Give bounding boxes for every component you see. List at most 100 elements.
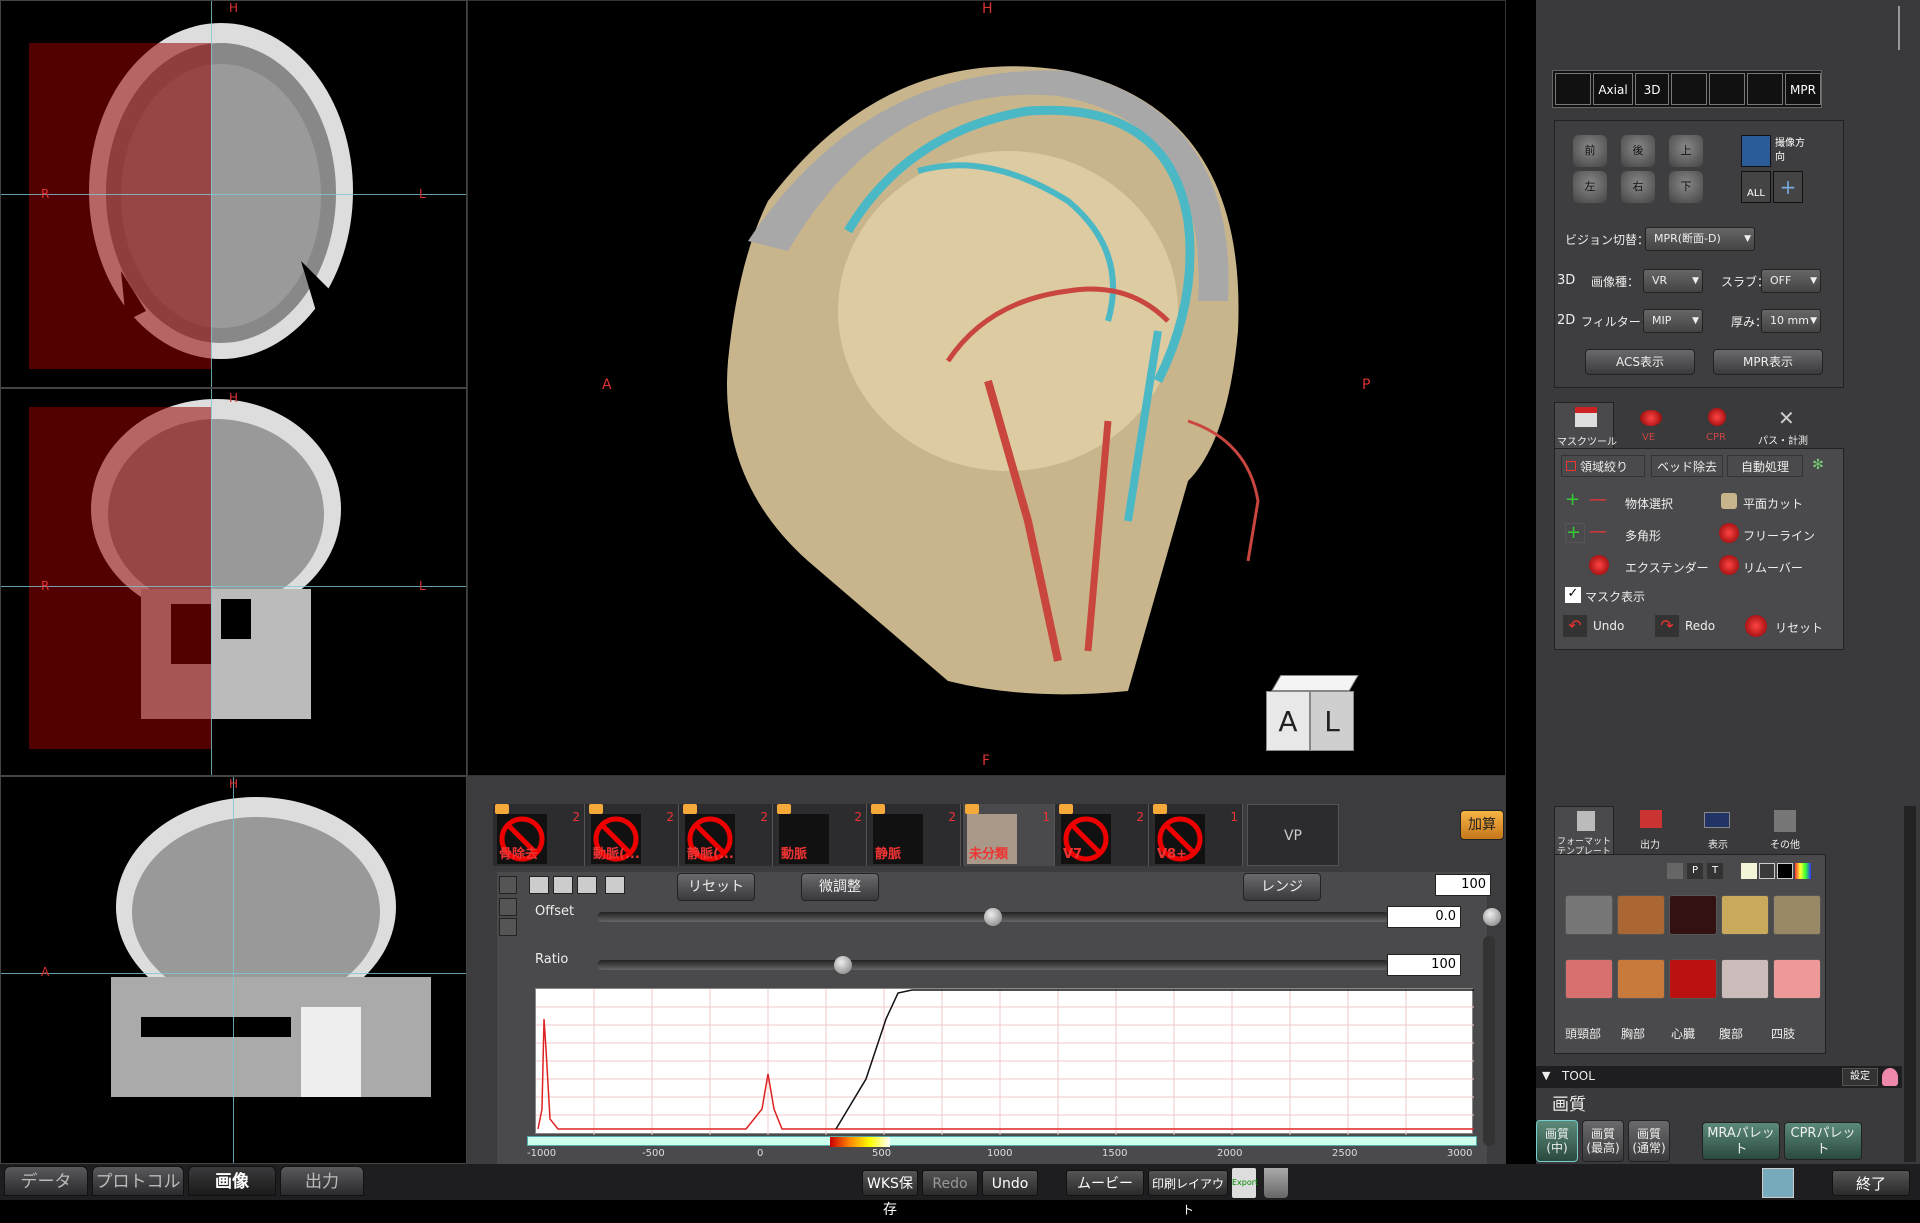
data-tab[interactable]: V7 2 [1057,804,1149,866]
thickness-select[interactable]: 10 mm [1761,309,1821,333]
right-scrollbar[interactable] [1904,806,1916,1162]
slab-select[interactable]: OFF [1761,269,1821,293]
ratio-input[interactable]: 100 [1387,954,1461,976]
t-button[interactable]: T [1707,863,1723,879]
3d-viewport[interactable]: H F A P A L [467,0,1506,776]
quality-mid-button[interactable]: 画質(中) [1536,1120,1578,1162]
redo-button[interactable]: Redo [922,1170,978,1196]
quality-normal-button[interactable]: 画質(通常) [1628,1120,1670,1162]
tool-tab-mask[interactable]: マスクツール [1554,402,1617,448]
settings-button[interactable]: 設定 [1842,1068,1878,1086]
preset-colon[interactable] [1565,959,1613,999]
undo-icon[interactable]: ↶ [1563,615,1587,637]
histogram[interactable] [535,988,1474,1135]
redo-icon[interactable]: ↷ [1655,615,1679,637]
data-tab[interactable]: V8+ 1 [1151,804,1243,866]
freeline-tool[interactable]: フリーライン [1743,527,1815,544]
tool-tab-path[interactable]: ✕ パス・計測 [1754,402,1824,448]
preset-artery[interactable] [1669,959,1717,999]
preset-vessel[interactable] [1669,895,1717,935]
preset-stomach[interactable] [1721,959,1769,999]
category-limbs[interactable]: 四肢 [1771,1025,1795,1042]
remover-icon[interactable] [1719,555,1739,575]
collapse-icon[interactable]: ▼ [1542,1069,1550,1082]
extender-icon[interactable] [1589,555,1609,575]
reset-icon[interactable] [1745,615,1767,637]
cpr-palette-button[interactable]: CPRパレット [1784,1122,1862,1160]
bg-black-swatch[interactable] [1777,863,1793,879]
axial-viewport[interactable]: H R L [0,0,467,388]
add-polygon-icon[interactable]: + [1565,523,1585,543]
vp-tab[interactable]: VP [1247,804,1339,866]
remover-tool[interactable]: リムーバー [1743,559,1803,576]
curve-preset-3-icon[interactable] [577,876,597,894]
bg-white-swatch[interactable] [1741,863,1757,879]
plus-icon[interactable]: + [1773,171,1803,203]
polygon-tool[interactable]: 多角形 [1625,527,1661,544]
layout-3d-button[interactable]: 3D [1635,73,1669,105]
layout-split1-button[interactable] [1671,73,1707,105]
layout-quad-button[interactable] [1555,73,1591,105]
reset-button[interactable]: リセット [677,873,755,901]
vision-switch-select[interactable]: MPR(断面-D) [1645,227,1755,251]
add-button[interactable]: 加算 [1460,810,1504,840]
image-type-select[interactable]: VR [1643,269,1703,293]
data-tab[interactable]: 静脈 2 [869,804,961,866]
scroll-handle[interactable] [1483,908,1501,926]
range-button[interactable]: レンジ [1243,873,1321,901]
subtract-polygon-icon[interactable]: — [1589,523,1609,543]
preset-heart[interactable] [1617,895,1665,935]
curve-preset-4-icon[interactable] [605,876,625,894]
range-input[interactable]: 100 [1435,874,1491,896]
preset-bone[interactable] [1721,895,1769,935]
subtract-icon[interactable]: — [1589,491,1609,511]
bg-color-swatch[interactable] [1795,863,1811,879]
category-abdomen[interactable]: 腹部 [1719,1025,1743,1042]
mask-display-checkbox[interactable]: ✓ [1565,587,1581,603]
mpr-display-button[interactable]: MPR表示 [1713,349,1823,375]
undo-button[interactable]: Undo [982,1170,1038,1196]
template-tab-display[interactable]: 表示 [1686,806,1746,854]
bg-gray-swatch[interactable] [1759,863,1775,879]
plane-cut-tool[interactable]: 平面カット [1743,495,1803,512]
dir-bottom-button[interactable]: 下 [1669,171,1703,203]
coronal-viewport[interactable]: H R L [0,388,467,776]
region-narrow-tab[interactable]: 領域絞り [1561,455,1645,477]
exit-button[interactable]: 終了 [1832,1170,1910,1196]
data-tab[interactable]: 動脈(... 2 [587,804,679,866]
category-head-neck[interactable]: 頭頸部 [1565,1025,1601,1042]
panel-pin-icon[interactable] [1898,6,1914,50]
trash-icon[interactable] [1264,1168,1288,1198]
quality-best-button[interactable]: 画質(最高) [1582,1120,1624,1162]
filter-select[interactable]: MIP [1643,309,1703,333]
offset-input[interactable]: 0.0 [1387,906,1461,928]
dir-back-button[interactable]: 後 [1621,135,1655,167]
undo-button[interactable]: Undo [1593,619,1624,633]
fine-adjust-button[interactable]: 微調整 [801,873,879,901]
movie-button[interactable]: ムービー [1066,1170,1144,1196]
reset-mask-button[interactable]: リセット [1775,619,1823,636]
tab-protocol[interactable]: プロトコル [92,1166,184,1196]
sagittal-viewport[interactable]: H A [0,776,467,1164]
category-chest[interactable]: 胸部 [1621,1025,1645,1042]
tool-tab-ve[interactable]: VE [1618,402,1682,448]
preset-bronchus[interactable] [1617,959,1665,999]
acs-display-button[interactable]: ACS表示 [1585,349,1695,375]
dir-top-button[interactable]: 上 [1669,135,1703,167]
p-button[interactable]: P [1687,863,1703,879]
layers-icon[interactable] [499,898,517,916]
orientation-cube[interactable]: A L [1266,673,1359,753]
wks-save-button[interactable]: WKS保存 [862,1170,918,1218]
add-icon[interactable]: + [1565,491,1585,511]
data-tab[interactable]: 静脈(... 2 [681,804,773,866]
window-level-bar[interactable] [527,1136,1477,1147]
layout-mpr-button[interactable]: MPR [1785,73,1821,105]
list-icon[interactable] [499,918,517,936]
dir-right-button[interactable]: 右 [1621,171,1655,203]
preset-lungs[interactable] [1565,895,1613,935]
plane-cut-icon[interactable] [1721,493,1737,509]
chart-icon[interactable] [499,876,517,894]
dir-front-button[interactable]: 前 [1573,135,1607,167]
template-tab-output[interactable]: 出力 [1620,806,1680,854]
tab-image[interactable]: 画像 [188,1166,276,1196]
